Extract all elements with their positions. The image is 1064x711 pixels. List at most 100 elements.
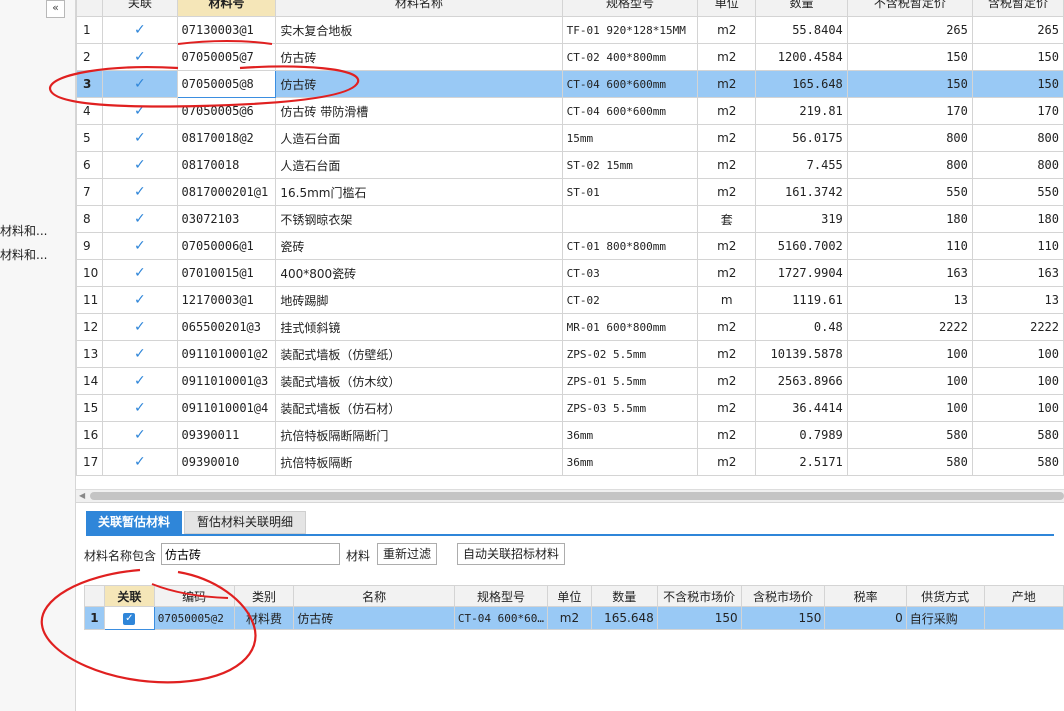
material-table: 关联 材料号 材料名称 规格型号 单位 数量 不含税暂定价 含税暂定价 1 ✓ 07…: [76, 0, 1064, 476]
row-number: 5: [76, 124, 104, 152]
left-tree-item-1[interactable]: 材料和...: [0, 222, 47, 239]
link-checkbox[interactable]: ✓: [103, 606, 155, 630]
cell-price-excl-tax: 13: [846, 286, 973, 314]
lower-header-market-price-excl-tax[interactable]: 不含税市场价: [656, 585, 742, 607]
tab-link-details[interactable]: 暂估材料关联明细: [184, 511, 307, 534]
table-row[interactable]: 11 ✓ 12170003@1 地砖踢脚 CT-02 m 1119.61 13 13: [76, 286, 1064, 314]
lower-header-name[interactable]: 名称: [293, 585, 455, 607]
check-icon[interactable]: ✓: [102, 124, 178, 152]
header-price-incl-tax[interactable]: 含税暂定价: [971, 0, 1064, 17]
header-material-name[interactable]: 材料名称: [275, 0, 563, 17]
scrollbar-thumb[interactable]: [90, 492, 1064, 500]
lower-cell-quantity: 165.648: [590, 606, 658, 630]
table-row[interactable]: 2 ✓ 07050005@7 仿古砖 CT-02 400*800mm m2 1200.458…: [76, 43, 1064, 71]
cell-material-no[interactable]: 07050006@1: [176, 232, 277, 260]
auto-link-button[interactable]: 自动关联招标材料: [457, 543, 566, 565]
double-chevron-left-icon[interactable]: «: [46, 0, 65, 18]
table-row[interactable]: 13 ✓ 0911010001@2 装配式墙板（仿壁纸） ZPS-02 5.5mm m2 1…: [76, 340, 1064, 368]
table-row[interactable]: 8 ✓ 03072103 不锈钢晾衣架套 319 180 180: [76, 205, 1064, 233]
table-row[interactable]: 5 ✓ 08170018@2 人造石台面 15mm m2 56.0175 800 800: [76, 124, 1064, 152]
lower-header-code[interactable]: 编码: [153, 585, 235, 607]
header-price-excl-tax[interactable]: 不含税暂定价: [846, 0, 973, 17]
cell-material-no[interactable]: 0817000201@1: [176, 178, 277, 206]
check-icon[interactable]: ✓: [102, 367, 178, 395]
table-row[interactable]: 12 ✓ 065500201@3 挂式倾斜镜 MR-01 600*800mm m2 0.48…: [76, 313, 1064, 341]
cell-material-no[interactable]: 0911010001@2: [176, 340, 277, 368]
check-icon[interactable]: ✓: [102, 259, 178, 287]
cell-price-incl-tax: 13: [971, 286, 1064, 314]
cell-material-name: 实木复合地板: [275, 16, 563, 44]
lower-tabs: 关联暂估材料 暂估材料关联明细: [86, 511, 308, 535]
check-icon[interactable]: ✓: [102, 178, 178, 206]
lower-table-row[interactable]: 1 ✓ 07050005@2 材料费 仿古砖 CT-04 600*60… m2 …: [84, 606, 1064, 630]
lower-panel: 关联暂估材料暂估材料关联明细 材料名称包含 材料 重新过滤 自动关联招标材料 关…: [76, 502, 1064, 711]
cell-material-no[interactable]: 07050005@8: [176, 70, 277, 98]
table-row[interactable]: 9 ✓ 07050006@1 瓷砖 CT-01 800*800mm m2 5160.7002…: [76, 232, 1064, 260]
checkbox-checked-icon[interactable]: ✓: [123, 612, 136, 625]
lower-header-category[interactable]: 类别: [233, 585, 295, 607]
table-row[interactable]: 4 ✓ 07050005@6 仿古砖 带防滑槽 CT-04 600*600mm m2 219…: [76, 97, 1064, 125]
lower-cell-category: 材料费: [233, 606, 295, 630]
check-icon[interactable]: ✓: [102, 70, 178, 98]
lower-cell-tax-price: 150: [740, 606, 826, 630]
cell-price-incl-tax: 550: [971, 178, 1064, 206]
horizontal-scrollbar[interactable]: ◀: [76, 489, 1064, 502]
check-icon[interactable]: ✓: [102, 43, 178, 71]
table-row[interactable]: 6 ✓ 08170018 人造石台面 ST-02 15mm m2 7.455 800 800: [76, 151, 1064, 179]
refilter-button[interactable]: 重新过滤: [377, 543, 438, 565]
lower-header-link[interactable]: 关联: [103, 585, 155, 607]
table-row[interactable]: 7 ✓ 0817000201@1 16.5mm门槛石 ST-01 m2 161.3742 55…: [76, 178, 1064, 206]
cell-material-no[interactable]: 09390010: [176, 448, 277, 476]
cell-material-no[interactable]: 0911010001@3: [176, 367, 277, 395]
cell-material-no[interactable]: 07130003@1: [176, 16, 277, 44]
lower-header-market-price-incl-tax[interactable]: 含税市场价: [740, 585, 826, 607]
check-icon[interactable]: ✓: [102, 151, 178, 179]
cell-material-no[interactable]: 065500201@3: [176, 313, 277, 341]
check-icon[interactable]: ✓: [102, 286, 178, 314]
check-icon[interactable]: ✓: [102, 394, 178, 422]
cell-material-no[interactable]: 03072103: [176, 205, 277, 233]
cell-material-no[interactable]: 07050005@7: [176, 43, 277, 71]
left-panel: « 材料和... 材料和...: [0, 0, 76, 711]
cell-material-no[interactable]: 08170018@2: [176, 124, 277, 152]
check-icon[interactable]: ✓: [102, 421, 178, 449]
material-name-filter-input[interactable]: [161, 543, 340, 565]
check-icon[interactable]: ✓: [102, 97, 178, 125]
table-row[interactable]: 1 ✓ 07130003@1 实木复合地板 TF-01 920*128*15MM m2 55…: [76, 16, 1064, 44]
header-spec[interactable]: 规格型号: [561, 0, 699, 17]
table-row[interactable]: 16 ✓ 09390011 抗倍特板隔断隔断门 36mm m2 0.7989 580 580: [76, 421, 1064, 449]
cell-unit: m2: [697, 340, 757, 368]
lower-header-unit[interactable]: 单位: [547, 585, 592, 607]
check-icon[interactable]: ✓: [102, 232, 178, 260]
header-material-no[interactable]: 材料号: [176, 0, 277, 17]
cell-spec: 36mm: [561, 448, 699, 476]
table-row[interactable]: 17 ✓ 09390010 抗倍特板隔断 36mm m2 2.5171 580 580: [76, 448, 1064, 476]
lower-header-origin[interactable]: 产地: [983, 585, 1064, 607]
scroll-left-icon[interactable]: ◀: [79, 491, 85, 500]
header-quantity[interactable]: 数量: [755, 0, 848, 17]
lower-header-tax-rate[interactable]: 税率: [824, 585, 907, 607]
cell-material-no[interactable]: 08170018: [176, 151, 277, 179]
tab-link-estimated-materials[interactable]: 关联暂估材料: [86, 511, 183, 534]
table-row[interactable]: 14 ✓ 0911010001@3 装配式墙板（仿木纹） ZPS-01 5.5mm m2 2…: [76, 367, 1064, 395]
check-icon[interactable]: ✓: [102, 340, 178, 368]
table-row[interactable]: 15 ✓ 0911010001@4 装配式墙板（仿石材） ZPS-03 5.5mm m2 3…: [76, 394, 1064, 422]
cell-material-no[interactable]: 12170003@1: [176, 286, 277, 314]
header-link[interactable]: 关联: [102, 0, 178, 17]
cell-spec: MR-01 600*800mm: [561, 313, 699, 341]
table-row[interactable]: 10 ✓ 07010015@1 400*800瓷砖 CT-03 m2 1727.9904 16…: [76, 259, 1064, 287]
lower-header-spec[interactable]: 规格型号: [453, 585, 549, 607]
cell-material-no[interactable]: 07050005@6: [176, 97, 277, 125]
lower-header-supply-mode[interactable]: 供货方式: [905, 585, 985, 607]
cell-material-no[interactable]: 0911010001@4: [176, 394, 277, 422]
cell-material-no[interactable]: 09390011: [176, 421, 277, 449]
check-icon[interactable]: ✓: [102, 448, 178, 476]
lower-header-quantity[interactable]: 数量: [590, 585, 658, 607]
check-icon[interactable]: ✓: [102, 313, 178, 341]
left-tree-item-2[interactable]: 材料和...: [0, 246, 47, 263]
header-unit[interactable]: 单位: [697, 0, 757, 17]
cell-material-no[interactable]: 07010015@1: [176, 259, 277, 287]
table-row[interactable]: 3 ✓ 07050005@8 仿古砖 CT-04 600*600mm m2 165.648 1…: [76, 70, 1064, 98]
check-icon[interactable]: ✓: [102, 16, 178, 44]
check-icon[interactable]: ✓: [102, 205, 178, 233]
